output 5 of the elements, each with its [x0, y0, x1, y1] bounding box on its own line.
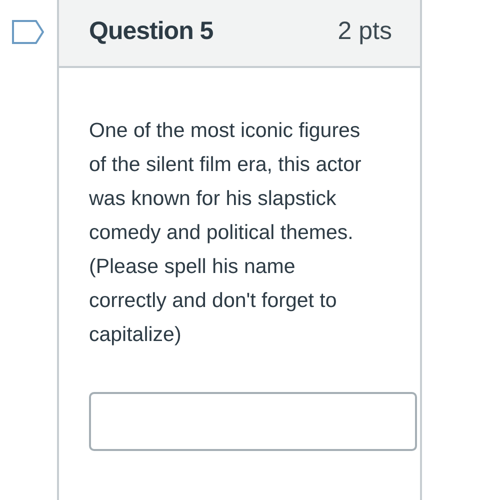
- points-label: 2 pts: [338, 16, 392, 46]
- flag-icon[interactable]: [12, 20, 44, 44]
- question-text: One of the most iconic figures of the silent film era, this actor was known for his slapstick comedy and political themes. (Please spell his name correctly and don't forget to capitalize): [89, 118, 362, 348]
- question-title: Question 5: [89, 16, 214, 46]
- answer-field[interactable]: [89, 392, 417, 451]
